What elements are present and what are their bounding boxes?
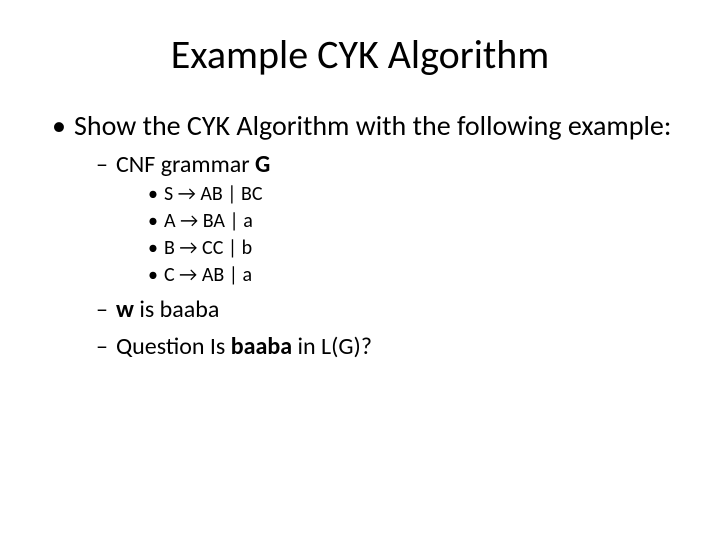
- sub-cnf-g: G: [255, 150, 270, 179]
- w-rest: is baaba: [134, 295, 219, 324]
- sub-w-line: w is baaba: [96, 294, 680, 325]
- slide: Example CYK Algorithm Show the CYK Algor…: [0, 0, 720, 540]
- sub-cnf-text: CNF grammar: [116, 150, 255, 179]
- rule-s: S → AB | BC: [148, 182, 680, 207]
- slide-title: Example CYK Algorithm: [40, 30, 680, 79]
- rule-c: C → AB | a: [148, 263, 680, 288]
- rule-b: B → CC | b: [148, 236, 680, 261]
- q-suffix: in L(G)?: [292, 332, 372, 361]
- w-bold: w: [116, 295, 134, 324]
- bullet-main: Show the CYK Algorithm with the followin…: [52, 109, 680, 143]
- q-bold: baaba: [231, 332, 292, 361]
- bullet-list: Show the CYK Algorithm with the followin…: [40, 109, 680, 362]
- sub-question-line: Question Is baaba in L(G)?: [96, 331, 680, 362]
- rule-a: A → BA | a: [148, 209, 680, 234]
- sub-cnf-grammar: CNF grammar G: [96, 149, 680, 180]
- q-prefix: Question Is: [116, 332, 231, 361]
